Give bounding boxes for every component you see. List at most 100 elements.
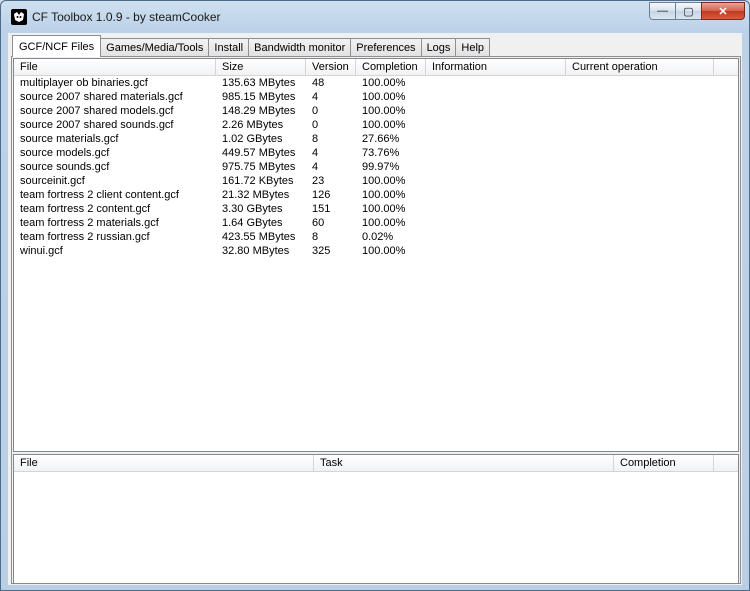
cell-version: 126: [312, 189, 331, 201]
cell-file: source materials.gcf: [20, 133, 119, 145]
tasks-list-header: File Task Completion: [14, 455, 738, 472]
column-header-task-file[interactable]: File: [14, 455, 314, 471]
cell-completion: 100.00%: [362, 245, 406, 257]
table-row[interactable]: team fortress 2 client content.gcf 21.32 …: [14, 188, 738, 202]
window-title: CF Toolbox 1.0.9 - by steamCooker: [32, 10, 221, 24]
tab-logs[interactable]: Logs: [420, 38, 457, 57]
cell-completion: 73.76%: [362, 147, 400, 159]
column-header-information[interactable]: Information: [426, 59, 566, 75]
cell-size: 985.15 MBytes: [222, 91, 296, 103]
cell-size: 161.72 KBytes: [222, 175, 294, 187]
cell-file: team fortress 2 content.gcf: [20, 203, 151, 215]
table-row[interactable]: team fortress 2 materials.gcf 1.64 GBytes…: [14, 216, 738, 230]
files-list-rows: multiplayer ob binaries.gcf 135.63 MBytes…: [14, 76, 738, 258]
tab-bandwidth-monitor[interactable]: Bandwidth monitor: [248, 38, 352, 57]
cell-version: 325: [312, 245, 331, 257]
window-controls: — ▢ ✕: [649, 2, 745, 20]
maximize-icon: ▢: [683, 5, 694, 18]
table-row[interactable]: source sounds.gcf 975.75 MBytes 4 99.97%: [14, 160, 738, 174]
cell-file: source 2007 shared sounds.gcf: [20, 119, 174, 131]
files-list-header: File Size Version Completion Information…: [14, 59, 738, 76]
cell-file: sourceinit.gcf: [20, 175, 85, 187]
column-header-task[interactable]: Task: [314, 455, 614, 471]
cell-size: 148.29 MBytes: [222, 105, 296, 117]
cell-file: multiplayer ob binaries.gcf: [20, 77, 148, 89]
cell-completion: 100.00%: [362, 91, 406, 103]
cell-file: team fortress 2 materials.gcf: [20, 217, 159, 229]
cell-completion: 100.00%: [362, 189, 406, 201]
cell-completion: 100.00%: [362, 203, 406, 215]
tasks-list[interactable]: File Task Completion: [13, 454, 739, 584]
cell-version: 48: [312, 77, 325, 89]
column-header-current-operation[interactable]: Current operation: [566, 59, 714, 75]
cell-size: 3.30 GBytes: [222, 203, 283, 215]
cell-file: source sounds.gcf: [20, 161, 110, 173]
table-row[interactable]: multiplayer ob binaries.gcf 135.63 MBytes…: [14, 76, 738, 90]
column-header-completion[interactable]: Completion: [356, 59, 426, 75]
files-list[interactable]: File Size Version Completion Information…: [13, 58, 739, 452]
cell-file: team fortress 2 russian.gcf: [20, 231, 150, 243]
cell-version: 0: [312, 119, 319, 131]
cell-size: 2.26 MBytes: [222, 119, 284, 131]
cell-version: 60: [312, 217, 325, 229]
app-logo-icon: [11, 9, 27, 25]
title-bar[interactable]: CF Toolbox 1.0.9 - by steamCooker — ▢ ✕: [1, 1, 749, 33]
maximize-button[interactable]: ▢: [675, 2, 701, 20]
tab-install[interactable]: Install: [208, 38, 250, 57]
cell-completion: 99.97%: [362, 161, 400, 173]
cell-completion: 100.00%: [362, 175, 406, 187]
table-row[interactable]: team fortress 2 russian.gcf 423.55 MBytes…: [14, 230, 738, 244]
cell-file: source 2007 shared materials.gcf: [20, 91, 183, 103]
cell-version: 23: [312, 175, 325, 187]
minimize-icon: —: [657, 5, 668, 17]
cell-version: 151: [312, 203, 331, 215]
tab-gcf-ncf-files[interactable]: GCF/NCF Files: [12, 35, 102, 57]
cell-size: 1.64 GBytes: [222, 217, 283, 229]
tab-panel: File Size Version Completion Information…: [11, 56, 741, 584]
app-window: CF Toolbox 1.0.9 - by steamCooker — ▢ ✕ …: [0, 0, 750, 591]
table-row[interactable]: source 2007 shared sounds.gcf 2.26 MBytes…: [14, 118, 738, 132]
cell-size: 32.80 MBytes: [222, 245, 290, 257]
table-row[interactable]: source 2007 shared models.gcf 148.29 MByt…: [14, 104, 738, 118]
cell-size: 21.32 MBytes: [222, 189, 290, 201]
table-row[interactable]: source models.gcf 449.57 MBytes 4 73.76%: [14, 146, 738, 160]
cell-completion: 100.00%: [362, 77, 406, 89]
cell-size: 1.02 GBytes: [222, 133, 283, 145]
column-header-version[interactable]: Version: [306, 59, 356, 75]
cell-file: source models.gcf: [20, 147, 110, 159]
column-header-file[interactable]: File: [14, 59, 216, 75]
tab-preferences[interactable]: Preferences: [350, 38, 422, 57]
table-row[interactable]: winui.gcf 32.80 MBytes 325 100.00%: [14, 244, 738, 258]
cell-size: 449.57 MBytes: [222, 147, 296, 159]
table-row[interactable]: source materials.gcf 1.02 GBytes 8 27.66%: [14, 132, 738, 146]
close-button[interactable]: ✕: [701, 2, 745, 20]
tab-games-media-tools[interactable]: Games/Media/Tools: [100, 38, 210, 57]
cell-size: 135.63 MBytes: [222, 77, 296, 89]
cell-size: 975.75 MBytes: [222, 161, 296, 173]
cell-version: 4: [312, 161, 319, 173]
minimize-button[interactable]: —: [649, 2, 675, 20]
cell-version: 8: [312, 231, 319, 243]
tab-help[interactable]: Help: [455, 38, 491, 57]
cell-file: source 2007 shared models.gcf: [20, 105, 174, 117]
table-row[interactable]: source 2007 shared materials.gcf 985.15 M…: [14, 90, 738, 104]
column-header-task-completion[interactable]: Completion: [614, 455, 714, 471]
table-row[interactable]: team fortress 2 content.gcf 3.30 GBytes 15…: [14, 202, 738, 216]
cell-version: 4: [312, 147, 319, 159]
cell-size: 423.55 MBytes: [222, 231, 296, 243]
cell-completion: 0.02%: [362, 231, 394, 243]
cell-completion: 27.66%: [362, 133, 400, 145]
tab-bar: GCF/NCF Files Games/Media/Tools Install …: [12, 35, 491, 57]
cell-file: winui.gcf: [20, 245, 63, 257]
cell-completion: 100.00%: [362, 119, 406, 131]
cell-completion: 100.00%: [362, 105, 406, 117]
client-area: GCF/NCF Files Games/Media/Tools Install …: [8, 33, 742, 585]
cell-version: 0: [312, 105, 319, 117]
cell-file: team fortress 2 client content.gcf: [20, 189, 179, 201]
cell-version: 4: [312, 91, 319, 103]
close-icon: ✕: [718, 5, 728, 18]
cell-completion: 100.00%: [362, 217, 406, 229]
column-header-size[interactable]: Size: [216, 59, 306, 75]
table-row[interactable]: sourceinit.gcf 161.72 KBytes 23 100.00%: [14, 174, 738, 188]
cell-version: 8: [312, 133, 319, 145]
